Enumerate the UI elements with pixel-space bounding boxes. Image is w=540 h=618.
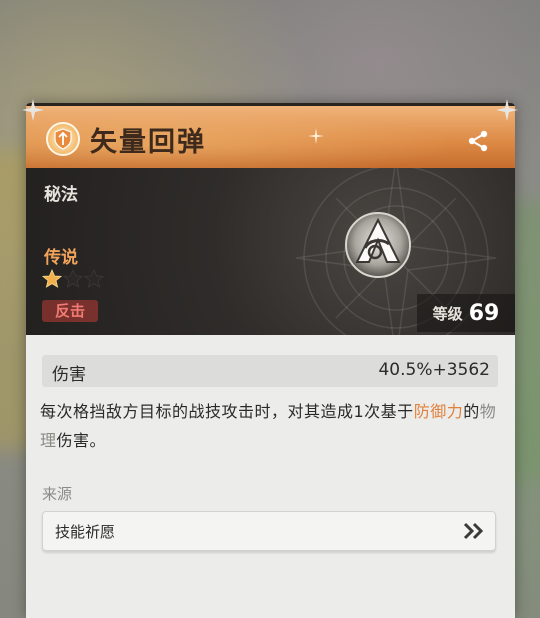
description-text: 的 xyxy=(463,402,480,421)
skill-title: 矢量回弹 xyxy=(90,127,206,158)
highlight-defense: 防御力 xyxy=(413,402,464,421)
skill-type-icon xyxy=(46,122,80,156)
source-item-label: 技能祈愿 xyxy=(55,523,116,541)
sparkle-icon xyxy=(308,128,324,144)
skill-hero-panel: 秘法 传说 反击 等级 69 xyxy=(26,168,515,335)
corner-ornament xyxy=(496,99,518,121)
stat-value: 40.5%+3562 xyxy=(378,360,490,380)
skill-emblem-icon xyxy=(345,212,411,278)
level-value: 69 xyxy=(468,300,500,326)
skill-description: 每次格挡敌方目标的战技攻击时，对其造成1次基于防御力的物理伤害。 xyxy=(40,397,502,455)
skill-tag: 反击 xyxy=(42,300,98,322)
source-label: 来源 xyxy=(42,485,73,503)
level-label: 等级 xyxy=(432,304,463,323)
star-rating xyxy=(42,269,104,289)
description-text: 伤害。 xyxy=(56,431,107,450)
star-empty-icon xyxy=(84,269,104,288)
star-empty-icon xyxy=(63,269,83,288)
damage-stat-row: 伤害 40.5%+3562 xyxy=(42,355,498,387)
skill-category: 秘法 xyxy=(44,185,78,205)
description-text: 每次格挡敌方目标的战技攻击时，对其造成1次基于 xyxy=(40,402,414,421)
skill-rarity: 传说 xyxy=(44,248,78,268)
star-filled-icon xyxy=(42,269,62,288)
source-item-button[interactable]: 技能祈愿 xyxy=(42,511,496,551)
card-header: 矢量回弹 xyxy=(26,103,515,171)
skill-detail-card: 矢量回弹 秘法 传说 反击 等级 69 伤害 40.5%+3562 每次格挡敌方… xyxy=(26,103,515,618)
stat-name: 伤害 xyxy=(52,365,86,385)
double-chevron-right-icon xyxy=(463,522,484,540)
share-icon[interactable] xyxy=(467,130,489,152)
corner-ornament xyxy=(22,99,44,121)
level-indicator: 等级 69 xyxy=(417,294,515,332)
